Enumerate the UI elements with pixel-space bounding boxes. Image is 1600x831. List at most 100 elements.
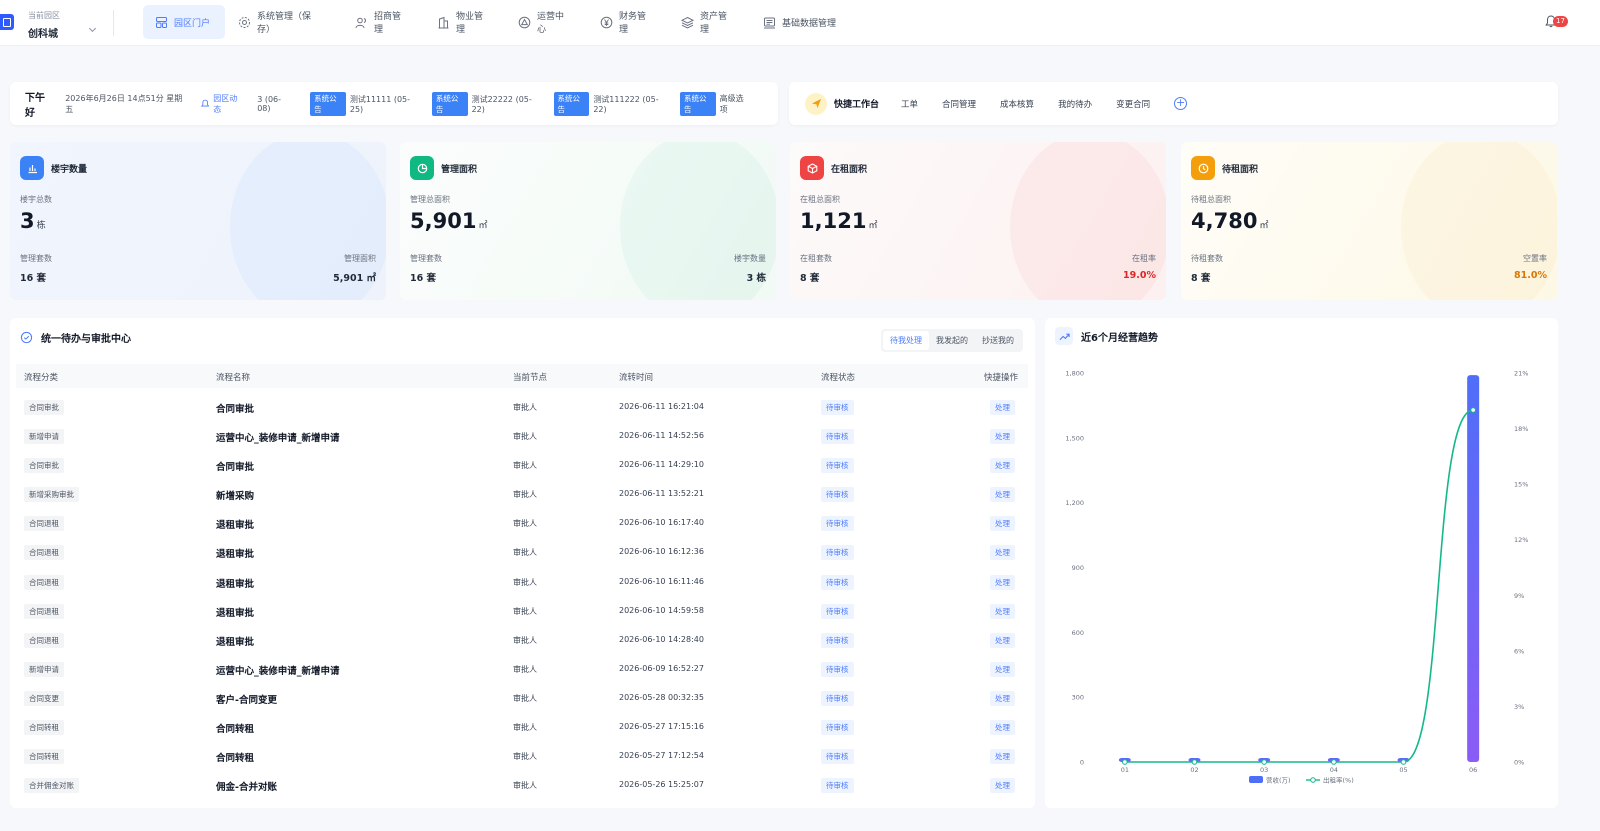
quick-link[interactable]: 成本核算 [1000,98,1034,110]
add-shortcut-button[interactable]: + [1174,97,1188,110]
status-badge: 待审核 [821,516,854,532]
nav-item-4[interactable]: 运营中心 [506,5,576,39]
trend-chart: 0 300 600 900 1,200 1,500 1,800 0% 3% 6% 9% 12% 15% 1… [1065,370,1528,785]
process-button[interactable]: 处理 [990,632,1015,648]
announcement-item[interactable]: 系统公告 测试111222 (05-22) [553,91,666,116]
status-badge: 待审核 [821,690,854,706]
flow-time: 2026-06-11 13:52:21 [619,489,704,499]
table-row[interactable]: 合同转租 合同转租 审批人 2026-05-27 17:15:16 待审核 处理 [16,712,1028,741]
stat-footer-right: 在租率 19.0% [1123,253,1156,284]
stat-footer-left-label: 待租套数 [1191,254,1223,263]
process-button[interactable]: 处理 [990,749,1015,765]
table-row[interactable]: 合同退租 退租审批 审批人 2026-06-10 16:11:46 待审核 处理 [16,567,1028,596]
nav-item-label: 招商管理 [374,12,402,35]
occupancy-point[interactable] [1191,759,1198,765]
stat-title: 在租面积 [831,164,868,175]
clock-icon [1191,156,1215,180]
nav-item-5[interactable]: 财务管理 [588,5,658,39]
park-icon [0,14,14,30]
process-button[interactable]: 处理 [990,778,1015,794]
process-button[interactable]: 处理 [990,487,1015,503]
table-row[interactable]: 合并佣金对账 佣金-合并对账 审批人 2026-05-26 15:25:07 待审核 处理 [16,770,1028,799]
announcement-text: 测试11111 (05-25) [349,94,411,114]
table-row[interactable]: 新增申请 运营中心_装修申请_新增申请 审批人 2026-06-11 14:52:56… [16,421,1028,450]
announcement-tag: 系统公告 [553,91,590,116]
table-row[interactable]: 新增采购审批 新增采购 审批人 2026-06-11 13:52:21 待审核 处理 [16,479,1028,508]
announcement-bar: 下午好 2026年6月26日 14点51分 星期五 园区动态 3 (06-08)… [10,82,778,125]
stat-card-1[interactable]: 管理面积 管理总面积 5,901 ㎡管理套数 16 套楼宇数量 3 栋 [400,142,776,300]
flow-category: 合同退租 [24,516,64,532]
nav-item-7[interactable]: 基础数据管理 [751,5,849,39]
table-row[interactable]: 合同退租 退租审批 审批人 2026-06-10 16:12:36 待审核 处理 [16,537,1028,566]
current-node: 审批人 [513,606,537,616]
status-badge: 待审核 [821,603,854,619]
paper-plane-icon [805,92,827,115]
stat-value: 3 [20,209,35,233]
check-circle-icon [20,331,33,344]
gear-icon [238,16,251,29]
announcement-item[interactable]: 系统公告 测试22222 (05-22) [431,91,540,116]
quick-link[interactable]: 工单 [901,98,918,110]
quick-link[interactable]: 我的待办 [1058,98,1092,110]
occupancy-point[interactable] [1261,759,1267,765]
occupancy-point[interactable] [1400,759,1407,765]
occupancy-line [1124,409,1474,763]
stat-footer: 待租套数 8 套 空置率 81.0% [1191,253,1547,284]
nav-item-3[interactable]: 物业管理 [425,5,495,39]
quick-link[interactable]: 变更合同 [1116,98,1150,110]
process-button[interactable]: 处理 [990,429,1015,445]
process-button[interactable]: 处理 [990,661,1015,677]
process-button[interactable]: 处理 [990,720,1015,736]
flow-name: 合同转租 [216,753,255,765]
process-button[interactable]: 处理 [990,516,1015,532]
park-dynamics-count: 3 (06-08) [257,94,282,113]
chevron-down-icon[interactable] [88,24,97,33]
table-row[interactable]: 合同审批 合同审批 审批人 2026-06-11 16:21:04 待审核 处理 [16,392,1028,421]
park-dynamics-link[interactable]: 园区动态 [200,93,243,115]
flow-time: 2026-06-10 14:28:40 [619,634,704,644]
todo-tab-2[interactable]: 抄送我的 [975,331,1021,350]
status-badge: 待审核 [821,778,854,794]
y-left-tick-label: 1,500 [1065,434,1084,442]
process-button[interactable]: 处理 [990,458,1015,474]
announcement-item[interactable]: 系统公告 测试11111 (05-25) [310,91,418,116]
stat-card-0[interactable]: 楼宇数量 楼宇总数 3 栋管理套数 16 套管理面积 5,901 ㎡ [10,142,386,300]
stat-card-2[interactable]: 在租面积 在租总面积 1,121 ㎡在租套数 8 套在租率 19.0% [790,142,1166,300]
process-button[interactable]: 处理 [990,603,1015,619]
table-row[interactable]: 合同退租 退租审批 审批人 2026-06-10 14:59:58 待审核 处理 [16,596,1028,625]
process-button[interactable]: 处理 [990,574,1015,590]
todo-tab-0[interactable]: 待我处理 [883,331,929,350]
stat-footer-left-value: 8 套 [1191,273,1211,284]
flow-category: 合同转租 [24,720,64,736]
nav-item-0[interactable]: 园区门户 [143,5,225,39]
occupancy-point[interactable] [1331,759,1337,765]
y-right-tick-label: 3% [1514,703,1524,711]
flow-category: 合同审批 [24,400,64,415]
nav-item-6[interactable]: 资产管理 [669,5,739,39]
greeting: 下午好 [25,92,45,119]
process-button[interactable]: 处理 [990,690,1015,706]
revenue-bar[interactable] [1467,375,1480,762]
quick-link[interactable]: 合同管理 [942,98,976,110]
occupancy-point[interactable] [1470,407,1476,413]
yen-icon [600,16,613,29]
flow-name: 退租审批 [216,607,255,619]
stat-footer-left-label: 管理套数 [20,254,52,263]
process-button[interactable]: 处理 [990,545,1015,561]
table-row[interactable]: 合同转租 合同转租 审批人 2026-05-27 17:12:54 待审核 处理 [16,741,1028,770]
park-selector[interactable]: 创科城 [28,25,58,40]
table-row[interactable]: 合同变更 客户-合同变更 审批人 2026-05-28 00:32:35 待审核 处理 [16,683,1028,712]
table-row[interactable]: 合同审批 合同审批 审批人 2026-06-11 14:29:10 待审核 处理 [16,450,1028,479]
status-badge: 待审核 [821,632,854,648]
todo-tab-1[interactable]: 我发起的 [929,331,975,350]
nav-item-label: 系统管理（保存） [257,12,312,35]
stat-card-3[interactable]: 待租面积 待租总面积 4,780 ㎡待租套数 8 套空置率 81.0% [1181,142,1557,300]
nav-item-1[interactable]: 系统管理（保存） [226,5,334,39]
table-row[interactable]: 合同退租 退租审批 审批人 2026-06-10 14:28:40 待审核 处理 [16,625,1028,654]
process-button[interactable]: 处理 [990,400,1015,415]
announcement-item[interactable]: 系统公告 高级选项 [680,91,749,116]
table-row[interactable]: 合同退租 退租审批 审批人 2026-06-10 16:17:40 待审核 处理 [16,508,1028,537]
occupancy-point[interactable] [1122,759,1128,765]
nav-item-2[interactable]: 招商管理 [343,5,413,39]
table-row[interactable]: 新增申请 运营中心_装修申请_新增申请 审批人 2026-06-09 16:52:27… [16,654,1028,683]
